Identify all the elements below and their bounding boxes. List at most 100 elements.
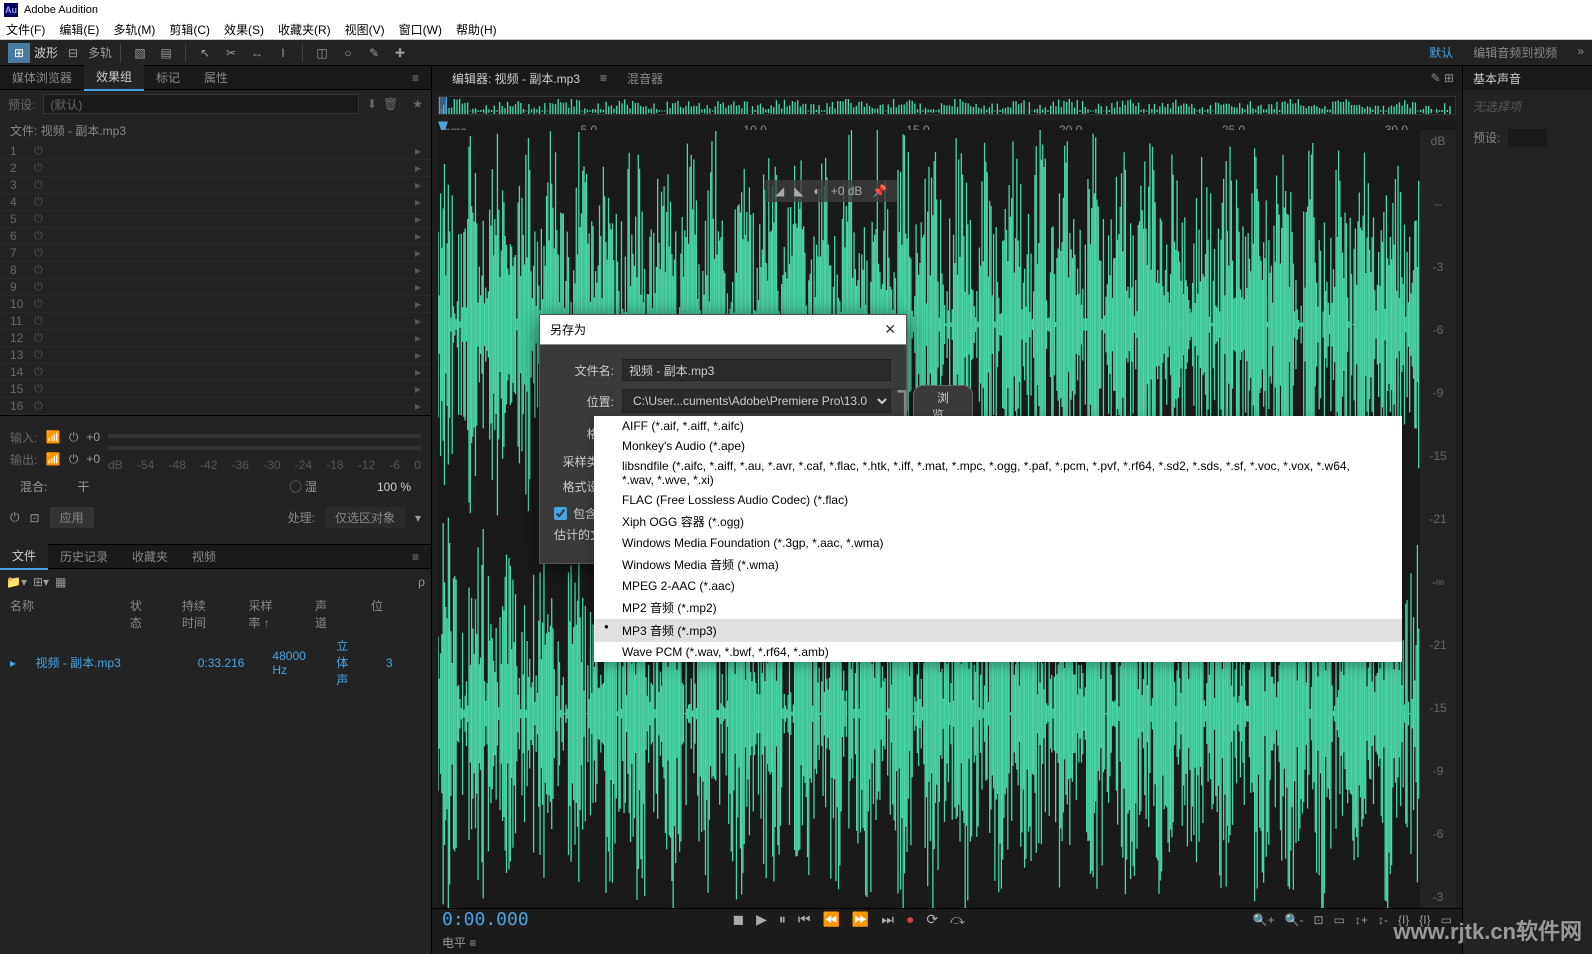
prev-button[interactable]: ⏮ xyxy=(798,911,811,928)
forward-button[interactable]: ⏩ xyxy=(852,911,869,928)
effect-slot-13[interactable]: 13⏻▸ xyxy=(0,347,431,364)
col-samplerate[interactable]: 采样率 ↑ xyxy=(248,597,275,631)
col-channels[interactable]: 声道 xyxy=(315,597,331,631)
format-option[interactable]: Wave PCM (*.wav, *.bwf, *.rf64, *.amb) xyxy=(594,642,1402,662)
format-option[interactable]: AIFF (*.aif, *.aiff, *.aifc) xyxy=(594,416,1402,436)
effect-slot-11[interactable]: 11⏻▸ xyxy=(0,313,431,330)
razor-tool[interactable]: ✂ xyxy=(220,43,242,63)
format-option[interactable]: Monkey's Audio (*.ape) xyxy=(594,436,1402,456)
effect-slot-10[interactable]: 10⏻▸ xyxy=(0,296,431,313)
loop-button[interactable]: ⟳ xyxy=(926,911,938,928)
multitrack-view-button[interactable]: ⊟ xyxy=(62,43,84,63)
menu-file[interactable]: 文件(F) xyxy=(6,21,45,38)
essential-sound-tab[interactable]: 基本声音 xyxy=(1463,66,1592,90)
effect-slot-15[interactable]: 15⏻▸ xyxy=(0,381,431,398)
output-power-icon[interactable]: ⏻ xyxy=(69,452,79,467)
menu-clip[interactable]: 剪辑(C) xyxy=(169,21,210,38)
format-option[interactable]: FLAC (Free Lossless Audio Codec) (*.flac… xyxy=(594,490,1402,510)
menu-view[interactable]: 视图(V) xyxy=(345,21,385,38)
input-gain[interactable]: +0 xyxy=(86,430,100,444)
hud-fade-in-icon[interactable]: ◢ xyxy=(775,184,784,198)
process-scope-select[interactable]: 仅选区对象 xyxy=(325,507,405,528)
format-option[interactable]: MPEG 2-AAC (*.aac) xyxy=(594,576,1402,596)
zoom-full-icon[interactable]: ⊡ xyxy=(1314,913,1324,927)
menu-effects[interactable]: 效果(S) xyxy=(224,21,264,38)
menu-favorites[interactable]: 收藏夹(R) xyxy=(278,21,331,38)
record-button[interactable]: ● xyxy=(906,911,914,928)
tab-files[interactable]: 文件 xyxy=(0,543,48,570)
tab-properties[interactable]: 属性 xyxy=(192,65,240,90)
rewind-button[interactable]: ⏪ xyxy=(822,911,839,928)
effect-slot-2[interactable]: 2⏻▸ xyxy=(0,160,431,177)
format-option[interactable]: Windows Media 音频 (*.wma) xyxy=(594,553,1402,576)
lasso-tool[interactable]: ○ xyxy=(337,43,359,63)
zoom-out-v-icon[interactable]: ↕- xyxy=(1378,913,1388,927)
effect-slot-14[interactable]: 14⏻▸ xyxy=(0,364,431,381)
effect-slot-3[interactable]: 3⏻▸ xyxy=(0,177,431,194)
format-option[interactable]: libsndfile (*.aifc, *.aiff, *.au, *.avr,… xyxy=(594,456,1402,490)
zoom-selection-icon[interactable]: ▭ xyxy=(1334,913,1345,927)
grid-icon[interactable]: ▦ xyxy=(55,575,66,589)
level-tab[interactable]: 电平 xyxy=(442,936,466,950)
overview-waveform[interactable] xyxy=(438,96,1456,115)
preset-input[interactable] xyxy=(43,94,359,114)
panel-options-icon[interactable]: ✎ ⊞ xyxy=(1431,71,1462,85)
effect-slot-8[interactable]: 8⏻▸ xyxy=(0,262,431,279)
filename-input[interactable] xyxy=(622,359,891,381)
overview-playhead[interactable] xyxy=(439,97,447,114)
effect-slot-5[interactable]: 5⏻▸ xyxy=(0,211,431,228)
new-icon[interactable]: ⊞▾ xyxy=(33,575,49,589)
tab-video[interactable]: 视频 xyxy=(180,544,228,569)
menu-multitrack[interactable]: 多轨(M) xyxy=(113,21,155,38)
zoom-in-v-icon[interactable]: ↕+ xyxy=(1355,913,1368,927)
spectral-pitch-button[interactable]: ▤ xyxy=(155,43,177,63)
tab-effects-rack[interactable]: 效果组 xyxy=(84,64,144,91)
next-button[interactable]: ⏭ xyxy=(881,911,894,928)
waveform-view-button[interactable]: ⊞ xyxy=(8,43,30,63)
hud-pin-icon[interactable]: 📌 xyxy=(872,184,887,198)
time-select-tool[interactable]: I xyxy=(272,43,294,63)
dialog-titlebar[interactable]: 另存为 ✕ xyxy=(540,315,906,345)
brush-tool[interactable]: ✎ xyxy=(363,43,385,63)
tab-media-browser[interactable]: 媒体浏览器 xyxy=(0,65,84,90)
col-name[interactable]: 名称 xyxy=(10,597,90,631)
format-option[interactable]: MP2 音频 (*.mp2) xyxy=(594,596,1402,619)
menu-window[interactable]: 窗口(W) xyxy=(399,21,442,38)
marquee-tool[interactable]: ◫ xyxy=(311,43,333,63)
effect-slot-1[interactable]: 1⏻▸ xyxy=(0,143,431,160)
hud-gain-value[interactable]: +0 dB xyxy=(831,184,863,198)
output-gain[interactable]: +0 xyxy=(86,452,100,466)
move-tool[interactable]: ↖ xyxy=(194,43,216,63)
tab-markers[interactable]: 标记 xyxy=(144,65,192,90)
right-preset-dropdown[interactable] xyxy=(1508,129,1547,147)
hud-fade-out-icon[interactable]: ◣ xyxy=(794,184,803,198)
preset-save-icon[interactable]: ⬇ xyxy=(367,97,377,111)
search-input-icon[interactable]: ρ xyxy=(418,575,425,589)
tab-menu-icon[interactable]: ≡ xyxy=(600,71,607,85)
expand-icon[interactable]: ⊡ xyxy=(30,511,40,525)
apply-button[interactable]: 应用 xyxy=(50,507,94,528)
slip-tool[interactable]: ↔ xyxy=(246,43,268,63)
process-dropdown-icon[interactable]: ▾ xyxy=(415,511,421,525)
stop-button[interactable]: ◼ xyxy=(732,911,744,928)
zoom-in-icon[interactable]: 🔍+ xyxy=(1253,913,1275,927)
skip-selection-button[interactable]: ⤼ xyxy=(950,911,965,928)
panel-menu-icon[interactable]: ≡ xyxy=(400,67,431,89)
preset-delete-icon[interactable]: 🗑 xyxy=(383,97,398,111)
include-markers-checkbox[interactable] xyxy=(554,507,567,520)
time-ruler[interactable]: hms 5.0 10.0 15.0 20.0 25.0 30.0 xyxy=(438,121,1456,129)
workspace-more[interactable]: » xyxy=(1577,44,1584,61)
col-bits[interactable]: 位 xyxy=(371,597,381,631)
effect-slot-6[interactable]: 6⏻▸ xyxy=(0,228,431,245)
pause-button[interactable]: ⏸ xyxy=(779,911,786,928)
effect-slot-9[interactable]: 9⏻▸ xyxy=(0,279,431,296)
play-button[interactable]: ▶ xyxy=(756,911,767,928)
mix-value[interactable]: 100 % xyxy=(377,480,411,494)
open-folder-icon[interactable]: 📁▾ xyxy=(6,575,27,589)
gain-hud[interactable]: ◢ ◣ ◐ +0 dB 📌 xyxy=(765,180,897,202)
location-select[interactable]: C:\User...cuments\Adobe\Premiere Pro\13.… xyxy=(622,389,891,413)
workspace-editvideo[interactable]: 编辑音频到视频 xyxy=(1473,44,1557,61)
effect-slot-7[interactable]: 7⏻▸ xyxy=(0,245,431,262)
format-option[interactable]: MP3 音频 (*.mp3) xyxy=(594,619,1402,642)
editor-tab[interactable]: 编辑器: 视频 - 副本.mp3 xyxy=(440,66,592,91)
